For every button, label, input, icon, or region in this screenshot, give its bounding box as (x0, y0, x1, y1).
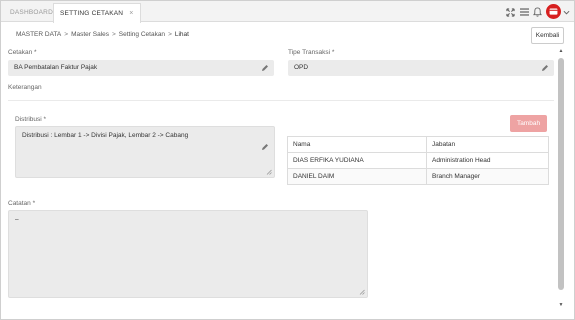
table-cell-jabatan: Branch Manager (426, 168, 549, 185)
catatan-textarea[interactable]: – (8, 210, 368, 298)
close-icon[interactable]: × (129, 10, 133, 17)
menu-icon[interactable] (518, 6, 530, 18)
tambah-button[interactable]: Tambah (510, 115, 547, 132)
resize-handle-icon[interactable] (359, 289, 365, 295)
tipe-transaksi-label: Tipe Transaksi * (288, 49, 335, 56)
distribusi-value: Distribusi : Lembar 1 -> Divisi Pajak, L… (22, 132, 189, 139)
top-bar: DASHBOARD SETTING CETAKAN × (1, 1, 574, 23)
pencil-icon[interactable] (541, 64, 549, 72)
tipe-transaksi-field[interactable]: OPD (288, 60, 554, 76)
table-row[interactable]: DANIEL DAIM Branch Manager (287, 168, 549, 185)
bell-icon[interactable] (531, 6, 543, 18)
breadcrumb-item[interactable]: MASTER DATA (16, 31, 61, 38)
breadcrumb-separator: > (64, 31, 69, 38)
distribusi-textarea[interactable]: Distribusi : Lembar 1 -> Divisi Pajak, L… (15, 126, 275, 178)
column-header-jabatan: Jabatan (426, 136, 549, 153)
pencil-icon[interactable] (261, 143, 269, 151)
tipe-transaksi-value: OPD (294, 64, 309, 71)
tab-label: SETTING CETAKAN (60, 10, 124, 17)
catatan-label: Catatan * (8, 200, 36, 207)
vertical-scrollbar[interactable]: ▲ ▼ (557, 48, 565, 308)
pencil-icon[interactable] (261, 64, 269, 72)
tab-label: DASHBOARD (10, 9, 53, 16)
resize-handle-icon[interactable] (266, 169, 272, 175)
breadcrumb-separator: > (112, 31, 116, 38)
tab-dashboard[interactable]: DASHBOARD (10, 3, 53, 22)
cetakan-label: Cetakan * (8, 49, 37, 56)
scroll-up-arrow[interactable]: ▲ (558, 48, 564, 54)
scroll-down-arrow[interactable]: ▼ (558, 302, 564, 308)
breadcrumb-current: Lihat (174, 31, 189, 38)
table-cell-nama: DIAS ERFIKA YUDIANA (287, 152, 427, 169)
cetakan-value: BA Pembatalan Faktur Pajak (14, 64, 98, 71)
scroll-thumb[interactable] (558, 58, 564, 290)
breadcrumb-separator: > (168, 31, 172, 38)
distribusi-table: Nama Jabatan DIAS ERFIKA YUDIANA Adminis… (287, 136, 549, 185)
expand-icon[interactable] (504, 6, 516, 18)
breadcrumb-item[interactable]: Setting Cetakan (119, 31, 165, 38)
keterangan-label: Keterangan (8, 84, 42, 91)
table-cell-nama: DANIEL DAIM (287, 168, 427, 185)
breadcrumb: MASTER DATA > Master Sales > Setting Cetakan… (16, 31, 189, 38)
section-divider (8, 100, 554, 101)
table-header-row: Nama Jabatan (287, 136, 549, 153)
breadcrumb-item[interactable]: Master Sales (71, 31, 109, 38)
distribusi-label: Distribusi * (15, 116, 47, 123)
table-row[interactable]: DIAS ERFIKA YUDIANA Administration Head (287, 152, 549, 169)
user-avatar-icon[interactable] (546, 4, 561, 19)
kembali-button[interactable]: Kembali (531, 27, 564, 44)
tab-setting-cetakan[interactable]: SETTING CETAKAN × (53, 3, 141, 23)
chevron-down-icon[interactable] (560, 6, 572, 18)
catatan-value: – (15, 216, 19, 223)
column-header-nama: Nama (287, 136, 427, 153)
cetakan-field[interactable]: BA Pembatalan Faktur Pajak (8, 60, 274, 76)
table-cell-jabatan: Administration Head (426, 152, 549, 169)
